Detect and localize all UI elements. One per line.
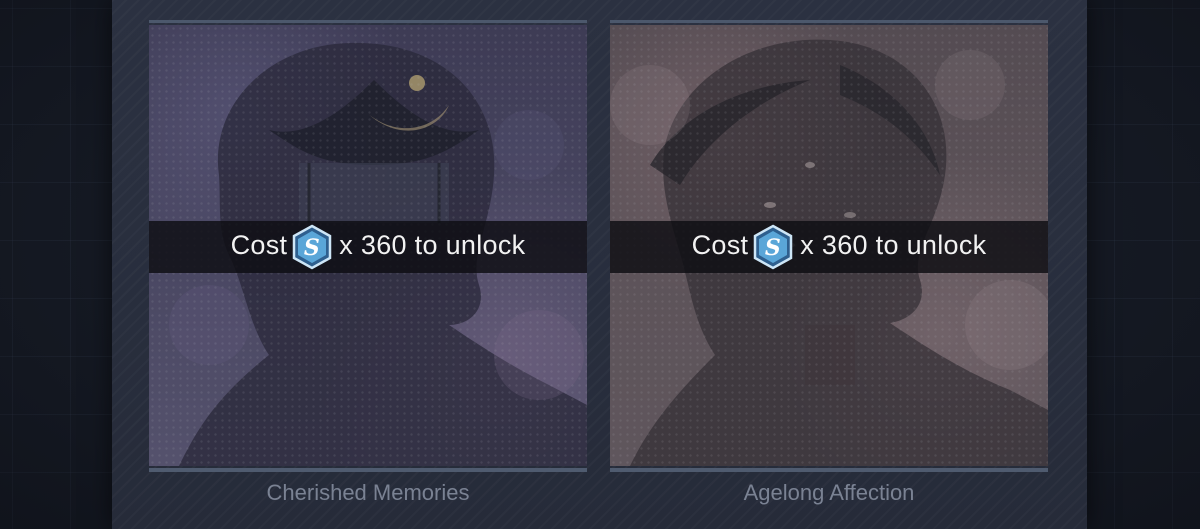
memory-card-agelong-affection[interactable]: Cost S x 360 to unlock [610, 20, 1048, 472]
card-title-agelong-affection: Agelong Affection [743, 480, 915, 505]
card-title-cherished-memories: Cherished Memories [266, 480, 470, 505]
cost-suffix: x 360 to unlock [339, 230, 526, 261]
cost-prefix: Cost [691, 230, 749, 261]
cost-suffix: x 360 to unlock [800, 230, 987, 261]
s-gem-icon: S [754, 224, 793, 270]
unlock-cost-text: Cost S x 360 to unlock [231, 224, 526, 270]
cost-prefix: Cost [230, 230, 288, 261]
s-gem-icon: S [293, 224, 332, 270]
card-top-border [610, 20, 1048, 23]
unlock-cost-banner[interactable]: Cost S x 360 to unlock [149, 221, 587, 273]
svg-text:S: S [304, 235, 320, 261]
memory-card-cherished-memories[interactable]: Cost S x 360 to unlock [149, 20, 587, 472]
card-top-border [149, 20, 587, 23]
unlock-cost-text: Cost S x 360 to unlock [692, 224, 987, 270]
unlock-cost-banner[interactable]: Cost S x 360 to unlock [610, 221, 1048, 273]
svg-text:S: S [765, 235, 781, 261]
card-bottom-border [610, 468, 1048, 472]
card-bottom-border [149, 468, 587, 472]
